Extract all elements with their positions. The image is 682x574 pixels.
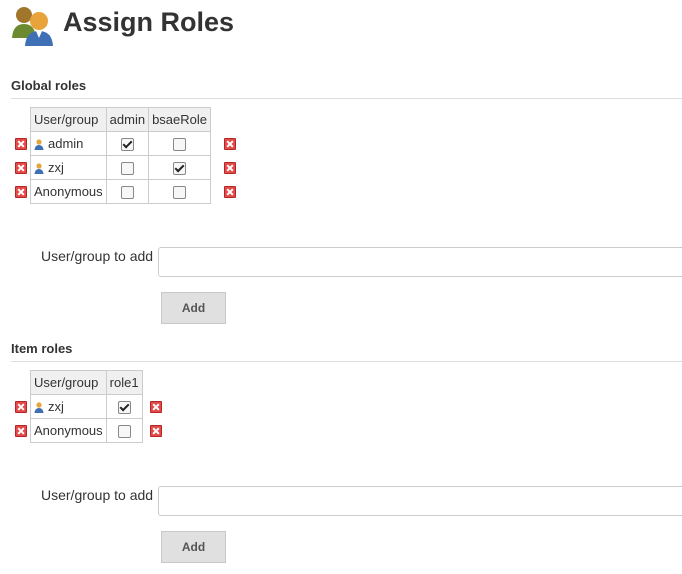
user-name: admin bbox=[48, 136, 84, 151]
item-add-button[interactable]: Add bbox=[161, 531, 226, 563]
delete-icon[interactable] bbox=[15, 425, 27, 437]
delete-icon[interactable] bbox=[15, 138, 27, 150]
column-header: bsaeRole bbox=[148, 107, 212, 132]
delete-icon[interactable] bbox=[224, 162, 236, 174]
delete-icon[interactable] bbox=[224, 138, 236, 150]
role-checkbox[interactable] bbox=[120, 162, 134, 176]
users-icon bbox=[12, 7, 53, 46]
user-name: zxj bbox=[48, 160, 64, 175]
global-user-input[interactable] bbox=[158, 247, 682, 277]
user-name: Anonymous bbox=[34, 423, 103, 438]
user-cell: admin bbox=[30, 131, 107, 156]
item-roles-divider bbox=[11, 361, 682, 362]
table-row: admin bbox=[30, 131, 212, 156]
user-icon bbox=[34, 402, 44, 413]
delete-icon[interactable] bbox=[150, 401, 162, 413]
user-cell: Anonymous bbox=[30, 418, 107, 443]
table-row: zxj bbox=[30, 155, 212, 180]
role-checkbox[interactable] bbox=[117, 425, 131, 439]
role-checkbox[interactable] bbox=[120, 186, 134, 200]
page-title: Assign Roles bbox=[63, 7, 235, 37]
user-cell: Anonymous bbox=[30, 179, 107, 204]
user-name: zxj bbox=[48, 399, 64, 414]
column-header: admin bbox=[105, 107, 150, 132]
delete-icon[interactable] bbox=[15, 401, 27, 413]
item-roles-table: User/group role1 zxj Anonymous bbox=[30, 370, 143, 443]
column-header: User/group bbox=[30, 370, 107, 395]
role-checkbox[interactable] bbox=[120, 138, 134, 152]
global-add-button[interactable]: Add bbox=[161, 292, 226, 324]
add-user-label: User/group to add bbox=[41, 248, 154, 264]
user-cell: zxj bbox=[30, 155, 107, 180]
global-roles-title: Global roles bbox=[11, 78, 87, 93]
column-header: User/group bbox=[30, 107, 107, 132]
table-row: zxj bbox=[30, 394, 143, 419]
user-icon bbox=[34, 163, 44, 174]
global-roles-divider bbox=[11, 98, 682, 99]
add-user-label: User/group to add bbox=[41, 487, 154, 503]
role-checkbox[interactable] bbox=[173, 138, 187, 152]
user-name: Anonymous bbox=[34, 184, 103, 199]
role-checkbox[interactable] bbox=[173, 186, 187, 200]
item-roles-title: Item roles bbox=[11, 341, 73, 356]
item-user-input[interactable] bbox=[158, 486, 682, 516]
global-roles-table: User/group admin bsaeRole admin zxj Anon… bbox=[30, 107, 212, 204]
column-header: role1 bbox=[105, 370, 143, 395]
role-checkbox[interactable] bbox=[117, 401, 131, 415]
user-icon bbox=[34, 139, 44, 150]
table-row: Anonymous bbox=[30, 418, 143, 443]
delete-icon[interactable] bbox=[224, 186, 236, 198]
role-checkbox[interactable] bbox=[173, 162, 187, 176]
user-cell: zxj bbox=[30, 394, 107, 419]
delete-icon[interactable] bbox=[15, 186, 27, 198]
table-row: Anonymous bbox=[30, 179, 212, 204]
delete-icon[interactable] bbox=[150, 425, 162, 437]
delete-icon[interactable] bbox=[15, 162, 27, 174]
